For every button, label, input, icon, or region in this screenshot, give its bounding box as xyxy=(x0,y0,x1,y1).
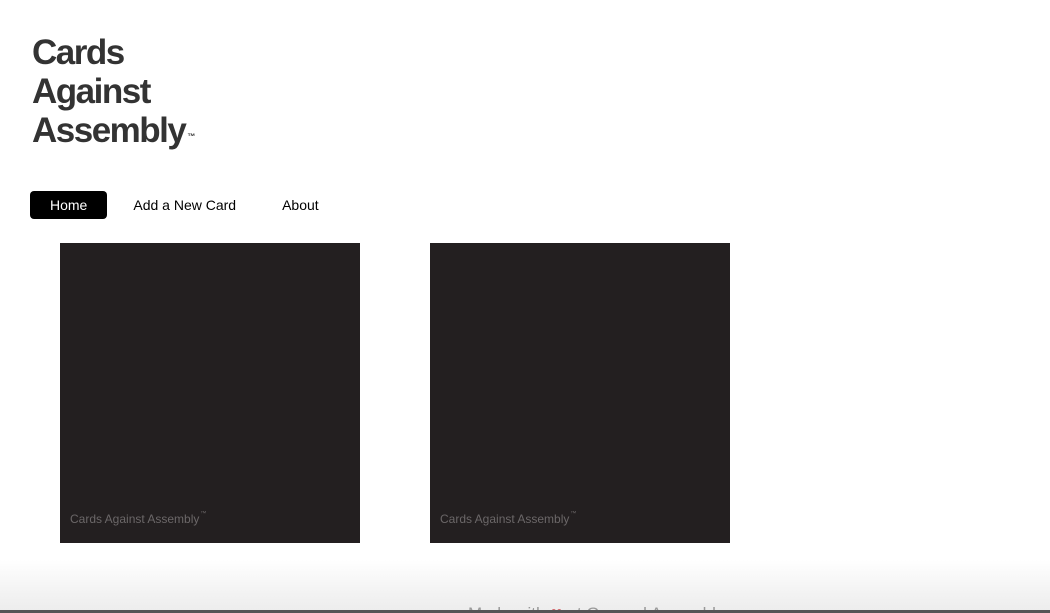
nav-item-home[interactable]: Home xyxy=(30,191,108,219)
main-nav: Home Add a New Card About xyxy=(30,191,339,219)
card-footer: Cards Against Assembly™ xyxy=(70,511,207,526)
logo-trademark: ™ xyxy=(187,132,196,141)
card-trademark: ™ xyxy=(200,511,207,517)
card-footer-text: Cards Against Assembly xyxy=(70,512,200,526)
logo-line-3: Assembly ™ xyxy=(32,111,195,150)
card-trademark: ™ xyxy=(570,511,577,517)
logo-line-3-text: Assembly xyxy=(32,111,187,150)
card-footer: Cards Against Assembly™ xyxy=(440,511,577,526)
card[interactable]: Cards Against Assembly™ xyxy=(60,243,360,543)
nav-item-about[interactable]: About xyxy=(262,191,339,219)
site-logo[interactable]: Cards Against Assembly ™ xyxy=(32,33,195,150)
logo-line-1: Cards xyxy=(32,33,125,72)
logo-line-2: Against xyxy=(32,72,151,111)
nav-item-add-new-card[interactable]: Add a New Card xyxy=(113,191,256,219)
page: Cards Against Assembly ™ Home Add a New C… xyxy=(0,0,1050,613)
card-footer-text: Cards Against Assembly xyxy=(440,512,570,526)
card[interactable]: Cards Against Assembly™ xyxy=(430,243,730,543)
